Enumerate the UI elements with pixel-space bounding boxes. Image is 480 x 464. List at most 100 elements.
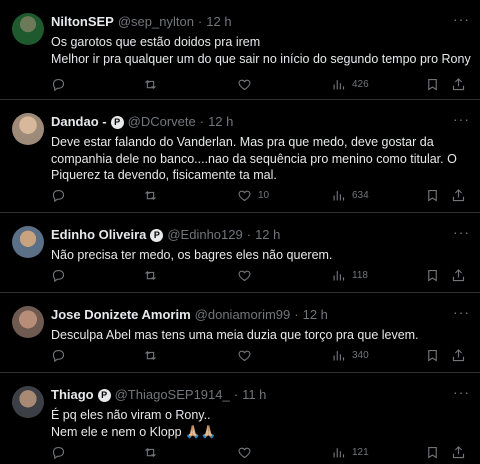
- retweet-button[interactable]: [143, 268, 158, 283]
- retweet-icon: [145, 270, 156, 280]
- separator: ·: [246, 227, 252, 242]
- display-name[interactable]: Thiago: [51, 387, 94, 403]
- retweet-icon: [145, 190, 156, 200]
- heart-icon: [238, 190, 251, 201]
- retweet-icon: [145, 447, 156, 457]
- views-button[interactable]: 340: [331, 348, 369, 363]
- timestamp[interactable]: 12 h: [208, 114, 233, 130]
- retweet-button[interactable]: [143, 77, 158, 92]
- user-handle[interactable]: @Edinho129: [167, 227, 242, 243]
- display-name[interactable]: Edinho Oliveira: [51, 227, 146, 243]
- bookmark-icon: [428, 446, 437, 459]
- share-button[interactable]: [451, 188, 466, 203]
- share-button[interactable]: [451, 445, 466, 460]
- views-icon: [333, 79, 345, 89]
- bookmark-button[interactable]: [425, 445, 440, 460]
- like-button[interactable]: [237, 348, 258, 363]
- tweet[interactable]: Thiago P @ThiagoSEP1914_ · 11 h ··· É pq…: [0, 373, 480, 464]
- like-button[interactable]: [237, 77, 258, 92]
- more-options-icon[interactable]: ···: [453, 225, 470, 239]
- share-button[interactable]: [451, 268, 466, 283]
- tweet-text-line: Os garotos que estão doidos pra irem: [51, 35, 261, 49]
- like-button[interactable]: [237, 268, 258, 283]
- display-name[interactable]: Dandao -: [51, 114, 107, 130]
- more-options-icon[interactable]: ···: [453, 385, 470, 399]
- display-name[interactable]: Jose Donizete Amorim: [51, 307, 191, 323]
- user-handle[interactable]: @ThiagoSEP1914_: [115, 387, 230, 403]
- share-button[interactable]: [451, 77, 466, 92]
- reply-button[interactable]: [51, 445, 66, 460]
- bookmark-icon: [428, 269, 437, 282]
- tweet[interactable]: Jose Donizete Amorim @doniamorim99 · 12 …: [0, 293, 480, 373]
- views-button[interactable]: 118: [331, 268, 368, 283]
- tweet-header: Edinho Oliveira P @Edinho129 · 12 h: [51, 227, 470, 243]
- retweet-button[interactable]: [143, 445, 158, 460]
- timestamp[interactable]: 12 h: [255, 227, 280, 243]
- reply-icon: [52, 189, 65, 202]
- tweet-text-line: Desculpa Abel mas tens uma meia duzia qu…: [51, 328, 419, 342]
- share-icon: [452, 348, 465, 361]
- like-button[interactable]: [237, 445, 258, 460]
- views-icon: [333, 270, 345, 280]
- action-bar: 426: [51, 75, 470, 93]
- tweet-header: Dandao - P @DCorvete · 12 h: [51, 114, 470, 130]
- share-icon: [452, 77, 465, 90]
- tweet-text: Deve estar falando do Vanderlan. Mas pra…: [51, 134, 470, 184]
- user-handle[interactable]: @sep_nylton: [118, 14, 194, 30]
- more-options-icon[interactable]: ···: [453, 112, 470, 126]
- view-count: 426: [352, 78, 369, 90]
- like-button[interactable]: 10: [237, 188, 269, 203]
- reply-button[interactable]: [51, 188, 66, 203]
- avatar[interactable]: [12, 386, 44, 418]
- tweet-text: Não precisa ter medo, os bagres eles não…: [51, 247, 470, 264]
- avatar[interactable]: [12, 13, 44, 45]
- reply-icon: [52, 446, 65, 459]
- avatar[interactable]: [12, 113, 44, 145]
- heart-icon: [238, 447, 251, 458]
- bookmark-button[interactable]: [425, 188, 440, 203]
- tweet[interactable]: Dandao - P @DCorvete · 12 h ··· Deve est…: [0, 100, 480, 213]
- tweet-header: Jose Donizete Amorim @doniamorim99 · 12 …: [51, 307, 470, 323]
- retweet-button[interactable]: [143, 188, 158, 203]
- tweet-text-line: Não precisa ter medo, os bagres eles não…: [51, 248, 333, 262]
- more-options-icon[interactable]: ···: [453, 12, 470, 26]
- like-count: 10: [258, 189, 270, 201]
- tweet-text: Os garotos que estão doidos pra irem Mel…: [51, 34, 471, 67]
- user-handle[interactable]: @DCorvete: [128, 114, 196, 130]
- retweet-icon: [145, 79, 156, 89]
- reply-icon: [52, 78, 65, 91]
- retweet-button[interactable]: [143, 348, 158, 363]
- avatar[interactable]: [12, 306, 44, 338]
- views-button[interactable]: 121: [331, 445, 369, 460]
- reply-button[interactable]: [51, 348, 66, 363]
- action-bar: 118: [51, 266, 470, 284]
- views-button[interactable]: 634: [331, 188, 369, 203]
- reply-button[interactable]: [51, 268, 66, 283]
- bookmark-button[interactable]: [425, 77, 440, 92]
- tweet[interactable]: Edinho Oliveira P @Edinho129 · 12 h ··· …: [0, 213, 480, 293]
- share-icon: [452, 445, 465, 458]
- bookmark-button[interactable]: [425, 348, 440, 363]
- views-icon: [333, 447, 345, 457]
- verified-badge-icon: P: [97, 388, 111, 402]
- timestamp[interactable]: 11 h: [242, 387, 266, 403]
- bookmark-icon: [428, 78, 437, 91]
- action-bar: 340: [51, 346, 470, 364]
- avatar[interactable]: [12, 226, 44, 258]
- separator: ·: [294, 307, 299, 322]
- tweet[interactable]: NiltonSEP @sep_nylton · 12 h ··· Os garo…: [0, 0, 480, 100]
- share-icon: [452, 268, 465, 281]
- tweet-text: Desculpa Abel mas tens uma meia duzia qu…: [51, 327, 470, 344]
- bookmark-button[interactable]: [425, 268, 440, 283]
- views-button[interactable]: 426: [331, 77, 369, 92]
- display-name[interactable]: NiltonSEP: [51, 14, 114, 30]
- user-handle[interactable]: @doniamorim99: [195, 307, 291, 323]
- heart-icon: [238, 270, 251, 281]
- more-options-icon[interactable]: ···: [453, 305, 470, 319]
- bookmark-icon: [428, 189, 437, 202]
- timestamp[interactable]: 12 h: [206, 14, 231, 30]
- views-icon: [333, 350, 345, 360]
- share-button[interactable]: [451, 348, 466, 363]
- reply-button[interactable]: [51, 77, 66, 92]
- timestamp[interactable]: 12 h: [303, 307, 328, 323]
